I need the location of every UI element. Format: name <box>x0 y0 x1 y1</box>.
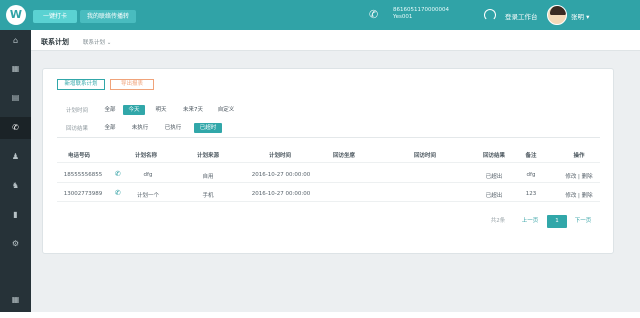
col-agent: 回访坐席 <box>332 153 355 159</box>
col-source: 计划来源 <box>196 153 219 159</box>
phone-status: 8616051170000004 Yes001 <box>393 7 449 21</box>
time-chip-today[interactable]: 今天 <box>123 105 145 115</box>
col-phone: 电话号码 <box>67 153 90 159</box>
cell-ops[interactable]: 修改 | 删除 <box>559 172 599 180</box>
row-line <box>57 182 600 183</box>
clock-in-button[interactable]: 一键打卡 <box>33 10 77 23</box>
time-chip-custom[interactable]: 自定义 <box>213 105 239 115</box>
doc-icon: ▤ <box>11 93 20 102</box>
time-chip-next7[interactable]: 未来7天 <box>177 105 209 115</box>
app-logo: W <box>6 5 26 25</box>
result-chip-pending[interactable]: 未执行 <box>127 123 153 133</box>
cell-remark: dfg <box>526 172 536 178</box>
export-button[interactable]: 导出报表 <box>110 79 154 90</box>
time-chip-tomorrow[interactable]: 明天 <box>150 105 172 115</box>
result-chip-all[interactable]: 全部 <box>100 123 120 133</box>
avatar[interactable] <box>547 5 567 25</box>
page-title: 联系计划 <box>41 38 69 46</box>
user-menu[interactable]: 张明 ▾ <box>571 11 589 21</box>
breadcrumb[interactable]: 联系计划 ⌄ <box>83 38 111 46</box>
call-icon[interactable]: ✆ <box>115 170 121 178</box>
settings-icon: ⚙ <box>11 239 20 248</box>
time-chip-all[interactable]: 全部 <box>100 105 120 115</box>
user-icon: ♟ <box>11 152 20 161</box>
app-window: W 一键打卡 我的联络传播转 ✆ 8616051170000004 Yes001… <box>0 0 640 312</box>
call-icon[interactable]: ✆ <box>115 189 121 197</box>
sidebar-item-home[interactable]: ⌂ <box>0 30 31 52</box>
users-icon: ♞ <box>11 181 20 190</box>
phone-sub: Yes001 <box>393 14 413 20</box>
result-filter-label: 回访结果 <box>66 126 89 132</box>
cell-time: 2016-10-27 00:00:00 <box>251 172 311 178</box>
phone-icon: ✆ <box>12 123 19 132</box>
cell-phone: 18555556855 <box>63 172 103 178</box>
cell-name: dfg <box>143 172 153 178</box>
sidebar-item-grid[interactable]: ▦ <box>0 58 31 80</box>
pagination-current[interactable]: 1 <box>547 215 567 228</box>
apps-icon: ▦ <box>11 295 20 304</box>
cell-remark: 123 <box>525 191 537 197</box>
cell-ops[interactable]: 修改 | 删除 <box>559 191 599 199</box>
sidebar-item-chart[interactable]: ▮ <box>0 204 31 226</box>
col-result: 回访结果 <box>482 153 505 159</box>
col-remark: 备注 <box>525 153 537 159</box>
cell-result: 已超出 <box>485 174 503 180</box>
new-plan-button[interactable]: 新增联系计划 <box>57 79 105 90</box>
cell-source: 手机 <box>202 193 214 199</box>
sidebar-item-doc[interactable]: ▤ <box>0 87 31 109</box>
sidebar-item-user[interactable]: ♟ <box>0 146 31 168</box>
headset-icon[interactable] <box>484 9 496 21</box>
cell-source: 自用 <box>202 174 214 180</box>
pagination-next[interactable]: 下一页 <box>570 215 596 228</box>
home-icon: ⌂ <box>12 36 19 45</box>
sidebar-item-apps[interactable]: ▦ <box>0 289 31 311</box>
col-time: 计划时间 <box>268 153 291 159</box>
status-label[interactable]: 登录工作台 <box>505 11 538 21</box>
phone-icon[interactable]: ✆ <box>369 8 385 22</box>
row-line <box>57 201 600 202</box>
sidebar-item-phone[interactable]: ✆ <box>0 117 31 139</box>
header-line <box>57 162 600 163</box>
phone-number: 8616051170000004 <box>393 7 449 13</box>
contacts-button[interactable]: 我的联络传播转 <box>80 10 136 23</box>
divider <box>57 137 600 138</box>
cell-name: 计划一个 <box>136 193 159 199</box>
cell-phone: 13002773989 <box>63 191 103 197</box>
sidebar-item-settings[interactable]: ⚙ <box>0 233 31 255</box>
col-visit-time: 回访时间 <box>413 153 436 159</box>
col-name: 计划名称 <box>134 153 157 159</box>
col-ops: 操作 <box>573 153 585 159</box>
sidebar-item-users[interactable]: ♞ <box>0 175 31 197</box>
cell-result: 已超出 <box>485 193 503 199</box>
pagination-total: 共2条 <box>490 218 506 224</box>
cell-time: 2016-10-27 00:00:00 <box>251 191 311 197</box>
pagination-prev[interactable]: 上一页 <box>517 215 543 228</box>
chart-icon: ▮ <box>13 210 18 219</box>
time-filter-label: 计划时间 <box>66 108 89 114</box>
grid-icon: ▦ <box>11 64 20 73</box>
sub-header <box>31 30 640 51</box>
result-chip-overdue[interactable]: 已超时 <box>194 123 222 133</box>
result-chip-done[interactable]: 已执行 <box>160 123 186 133</box>
